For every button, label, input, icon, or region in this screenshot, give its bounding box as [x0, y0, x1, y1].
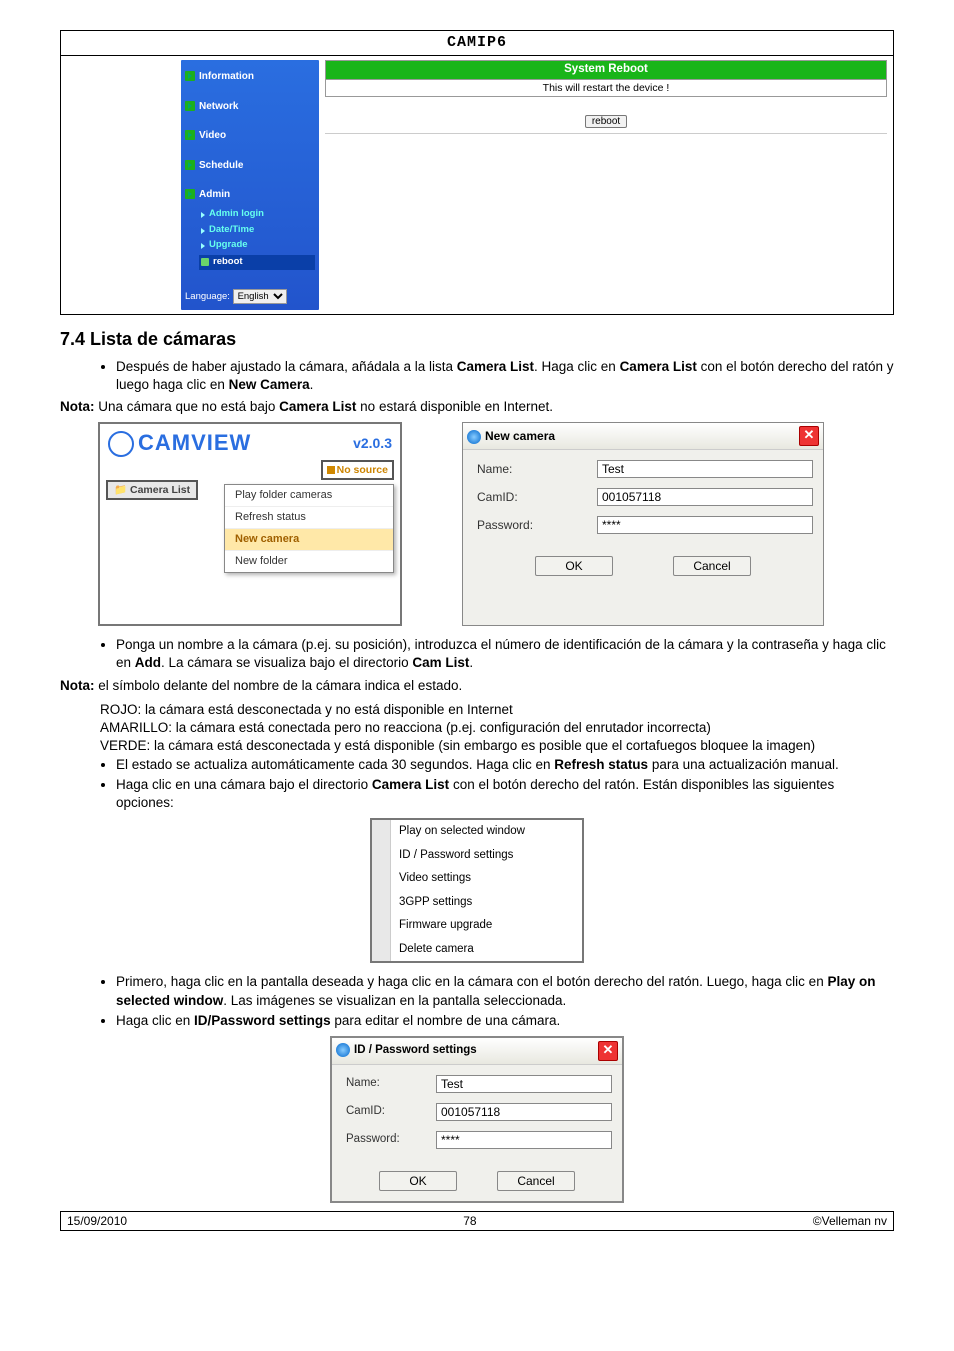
idpw-title: ID / Password settings: [354, 1044, 477, 1056]
footer-copy: ©Velleman nv: [813, 1213, 887, 1229]
note-2: Nota: el símbolo delante del nombre de l…: [60, 677, 894, 695]
panel-subtitle: This will restart the device !: [325, 79, 887, 97]
language-row: Language: English: [185, 289, 315, 304]
bullet-4: Haga clic en una cámara bajo el director…: [116, 776, 894, 812]
state-yellow: AMARILLO: la cámara está conectada pero …: [100, 719, 894, 737]
name-field[interactable]: [597, 460, 813, 478]
dialog-icon: [336, 1043, 350, 1057]
new-camera-dialog: New camera ✕ Name: CamID: Password: OK C…: [462, 422, 824, 626]
sidebar-item-video[interactable]: Video: [185, 129, 315, 143]
idpw-name-label: Name:: [346, 1076, 436, 1092]
language-label: Language:: [185, 291, 230, 302]
subitem-reboot[interactable]: reboot: [199, 255, 315, 270]
camid-label: CamID:: [477, 489, 597, 505]
idpw-camid-field[interactable]: [436, 1103, 612, 1121]
dialog-icon: [467, 430, 481, 444]
menu-play-folder[interactable]: Play folder cameras: [225, 485, 393, 507]
ctx-play-selected[interactable]: Play on selected window: [391, 820, 582, 844]
sidebar-item-schedule[interactable]: Schedule: [185, 159, 315, 173]
ctx-video-settings[interactable]: Video settings: [391, 867, 582, 891]
bullet-5: Primero, haga clic en la pantalla desead…: [116, 973, 894, 1009]
footer-page: 78: [463, 1213, 476, 1229]
camview-logo: CAMVIEW: [108, 428, 251, 458]
idpw-camid-label: CamID:: [346, 1104, 436, 1120]
idpw-password-label: Password:: [346, 1132, 436, 1148]
tab-camera-list[interactable]: 📁 Camera List: [106, 480, 198, 500]
ctx-id-password[interactable]: ID / Password settings: [391, 844, 582, 868]
subitem-admin-login[interactable]: Admin login: [199, 208, 315, 221]
password-label: Password:: [477, 517, 597, 533]
idpw-password-field[interactable]: [436, 1131, 612, 1149]
context-menu-camview: Play folder cameras Refresh status New c…: [224, 484, 394, 572]
sidebar-item-network[interactable]: Network: [185, 100, 315, 114]
reboot-button[interactable]: reboot: [585, 115, 627, 128]
no-source-badge: No source: [321, 460, 394, 480]
bullet-2: Ponga un nombre a la cámara (p.ej. su po…: [116, 636, 894, 672]
camera-context-menu: Play on selected window ID / Password se…: [370, 818, 584, 963]
idpw-cancel-button[interactable]: Cancel: [497, 1171, 575, 1191]
swirl-icon: [108, 431, 134, 457]
camview-version: v2.0.3: [353, 434, 392, 453]
dialog-title: New camera: [485, 429, 555, 443]
admin-main: System Reboot This will restart the devi…: [319, 60, 893, 310]
idpw-ok-button[interactable]: OK: [379, 1171, 457, 1191]
sidebar-item-admin[interactable]: Admin: [185, 188, 315, 202]
admin-sidebar: Information Network Video Schedule Admin…: [181, 60, 319, 310]
ctx-firmware[interactable]: Firmware upgrade: [391, 914, 582, 938]
camview-app: CAMVIEW v2.0.3 No source 📁 Camera List P…: [98, 422, 402, 626]
device-title: CAMIP6: [61, 31, 893, 56]
panel-title: System Reboot: [325, 60, 887, 79]
page-footer: 15/09/2010 78 ©Velleman nv: [60, 1211, 894, 1231]
ctx-delete[interactable]: Delete camera: [391, 938, 582, 962]
footer-date: 15/09/2010: [67, 1213, 127, 1229]
idpw-dialog: ID / Password settings ✕ Name: CamID: Pa…: [330, 1036, 624, 1203]
sidebar-item-information[interactable]: Information: [185, 70, 315, 84]
menu-new-camera[interactable]: New camera: [225, 529, 393, 551]
close-icon[interactable]: ✕: [799, 426, 819, 446]
subitem-upgrade[interactable]: Upgrade: [199, 239, 315, 252]
ctx-3gpp[interactable]: 3GPP settings: [391, 891, 582, 915]
close-icon[interactable]: ✕: [598, 1041, 618, 1061]
language-select[interactable]: English: [233, 289, 287, 304]
name-label: Name:: [477, 461, 597, 477]
state-red: ROJO: la cámara está desconectada y no e…: [100, 701, 894, 719]
state-list: ROJO: la cámara está desconectada y no e…: [100, 701, 894, 756]
camid-field[interactable]: [597, 488, 813, 506]
ok-button[interactable]: OK: [535, 556, 613, 576]
device-page-frame: CAMIP6 Information Network Video Schedul…: [60, 30, 894, 315]
state-green: VERDE: la cámara está desconectada y est…: [100, 737, 894, 755]
bullet-6: Haga clic en ID/Password settings para e…: [116, 1012, 894, 1030]
bullet-3: El estado se actualiza automáticamente c…: [116, 756, 894, 774]
menu-refresh-status[interactable]: Refresh status: [225, 507, 393, 529]
note-1: Nota: Una cámara que no está bajo Camera…: [60, 398, 894, 416]
menu-new-folder[interactable]: New folder: [225, 551, 393, 572]
cancel-button[interactable]: Cancel: [673, 556, 751, 576]
password-field[interactable]: [597, 516, 813, 534]
subitem-datetime[interactable]: Date/Time: [199, 224, 315, 237]
bullet-1: Después de haber ajustado la cámara, añá…: [116, 358, 894, 394]
idpw-name-field[interactable]: [436, 1075, 612, 1093]
section-heading: 7.4 Lista de cámaras: [60, 327, 894, 351]
